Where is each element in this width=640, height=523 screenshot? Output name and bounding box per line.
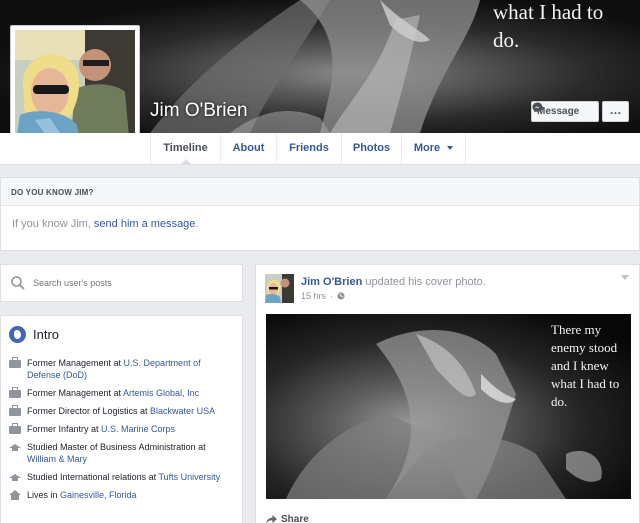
tab-label: More xyxy=(413,142,441,154)
briefcase-icon xyxy=(9,357,21,368)
intro-item-link[interactable]: Blackwater USA xyxy=(150,406,215,416)
briefcase-icon xyxy=(9,387,21,398)
graduation-cap-icon xyxy=(9,472,21,482)
graduation-cap-icon xyxy=(9,442,21,452)
post-author-name[interactable]: Jim O'Brien xyxy=(301,276,362,288)
post-cover-photo[interactable]: There my enemy stood and I knew what I h… xyxy=(266,314,631,499)
search-posts-input[interactable] xyxy=(33,278,223,288)
profile-photo xyxy=(15,30,135,148)
messenger-icon xyxy=(532,102,543,113)
cover-quote: what I had to do. xyxy=(493,0,603,54)
intro-item-prefix: Studied International relations at xyxy=(27,472,159,482)
intro-card: Intro Former Management at U.S. Departme… xyxy=(0,315,243,523)
chevron-down-icon xyxy=(447,146,454,151)
tab-label: Photos xyxy=(352,142,391,154)
post-action-text: updated his cover photo. xyxy=(362,276,486,288)
share-button[interactable]: Share xyxy=(266,514,309,523)
message-button-label: Message xyxy=(537,106,580,117)
separator-dot: · xyxy=(330,291,334,301)
intro-title: Intro xyxy=(33,327,60,342)
intro-item-text: Lives in Gainesville, Florida xyxy=(27,489,137,501)
intro-item-text: Studied International relations at Tufts… xyxy=(27,471,220,483)
intro-item-education: Studied International relations at Tufts… xyxy=(9,471,234,483)
do-you-know-prefix: If you know Jim, xyxy=(12,218,94,230)
tab-friends[interactable]: Friends xyxy=(276,133,341,165)
search-icon xyxy=(11,276,25,290)
intro-item-text: Former Management at Artemis Global, Inc xyxy=(27,387,199,399)
share-arrow-icon xyxy=(266,515,277,523)
intro-item-location: Lives in Gainesville, Florida xyxy=(9,489,234,501)
tab-label: Friends xyxy=(289,142,329,154)
do-you-know-card: DO YOU KNOW JIM? If you know Jim, send h… xyxy=(0,177,640,251)
cover-quote-line: what I had to xyxy=(493,0,604,24)
search-posts-box[interactable] xyxy=(0,264,243,302)
do-you-know-text: If you know Jim, send him a message. xyxy=(1,206,639,242)
message-button[interactable]: Message xyxy=(531,101,599,122)
photo-quote-line: do. xyxy=(551,394,568,409)
briefcase-icon xyxy=(9,405,21,416)
intro-item-prefix: Former Management at xyxy=(27,388,124,398)
intro-item-text: Former Management at U.S. Department of … xyxy=(27,357,234,381)
intro-item-education: Studied Master of Business Administratio… xyxy=(9,441,234,465)
intro-item-link[interactable]: Gainesville, Florida xyxy=(60,490,137,500)
photo-quote-line: and I knew xyxy=(551,358,609,373)
intro-item-link[interactable]: Tufts University xyxy=(158,472,220,482)
photo-quote: There my enemy stood and I knew what I h… xyxy=(551,321,619,411)
tab-label: Timeline xyxy=(163,142,208,154)
do-you-know-heading: DO YOU KNOW JIM? xyxy=(1,178,639,206)
intro-item-work: Former Management at U.S. Department of … xyxy=(9,357,234,381)
do-you-know-suffix: . xyxy=(195,218,199,230)
post-header: Jim O'Brien updated his cover photo. xyxy=(301,276,486,288)
home-icon xyxy=(9,490,21,500)
post-author-avatar[interactable] xyxy=(265,274,294,303)
send-message-link[interactable]: send him a message xyxy=(94,218,196,230)
intro-item-text: Former Director of Logistics at Blackwat… xyxy=(27,405,215,417)
share-label: Share xyxy=(281,514,309,523)
intro-item-prefix: Former Management at xyxy=(27,358,124,368)
tab-about[interactable]: About xyxy=(220,133,276,165)
intro-item-work: Former Management at Artemis Global, Inc xyxy=(9,387,234,399)
post-timestamp[interactable]: 15 hrs xyxy=(301,291,326,301)
profile-tab-bar: Timeline About Friends Photos More xyxy=(0,133,640,165)
more-options-button[interactable]: … xyxy=(602,101,629,122)
intro-item-prefix: Former Infantry at xyxy=(27,424,102,434)
intro-item-text: Former Infantry at U.S. Marine Corps xyxy=(27,423,175,435)
tab-more[interactable]: More xyxy=(401,133,466,165)
intro-item-prefix: Lives in xyxy=(27,490,61,500)
post-meta: 15 hrs · xyxy=(301,291,345,301)
tab-timeline[interactable]: Timeline xyxy=(150,133,220,165)
tab-label: About xyxy=(232,142,265,154)
intro-item-link[interactable]: U.S. Marine Corps xyxy=(101,424,175,434)
intro-item-prefix: Former Director of Logistics at xyxy=(27,406,151,416)
intro-item-work: Former Director of Logistics at Blackwat… xyxy=(9,405,234,417)
intro-item-link[interactable]: William & Mary xyxy=(27,454,87,464)
post-options-chevron-icon[interactable] xyxy=(621,275,629,280)
globe-icon[interactable] xyxy=(337,292,345,300)
intro-item-link[interactable]: Artemis Global, Inc xyxy=(123,388,199,398)
photo-quote-line: enemy stood xyxy=(551,340,618,355)
timeline-post: Jim O'Brien updated his cover photo. 15 … xyxy=(255,264,640,523)
profile-name[interactable]: Jim O'Brien xyxy=(150,100,248,122)
photo-quote-line: what I had to xyxy=(551,376,620,391)
intro-item-prefix: Studied Master of Business Administratio… xyxy=(27,442,206,452)
cover-quote-line: do. xyxy=(493,28,520,52)
intro-item-text: Studied Master of Business Administratio… xyxy=(27,441,234,465)
profile-photo-image xyxy=(15,30,135,148)
intro-item-work: Former Infantry at U.S. Marine Corps xyxy=(9,423,234,435)
briefcase-icon xyxy=(9,423,21,434)
photo-quote-line: There my xyxy=(551,322,602,337)
globe-icon xyxy=(9,326,26,343)
tab-photos[interactable]: Photos xyxy=(341,133,401,165)
intro-heading: Intro xyxy=(9,326,234,343)
post-author-photo xyxy=(265,274,294,303)
